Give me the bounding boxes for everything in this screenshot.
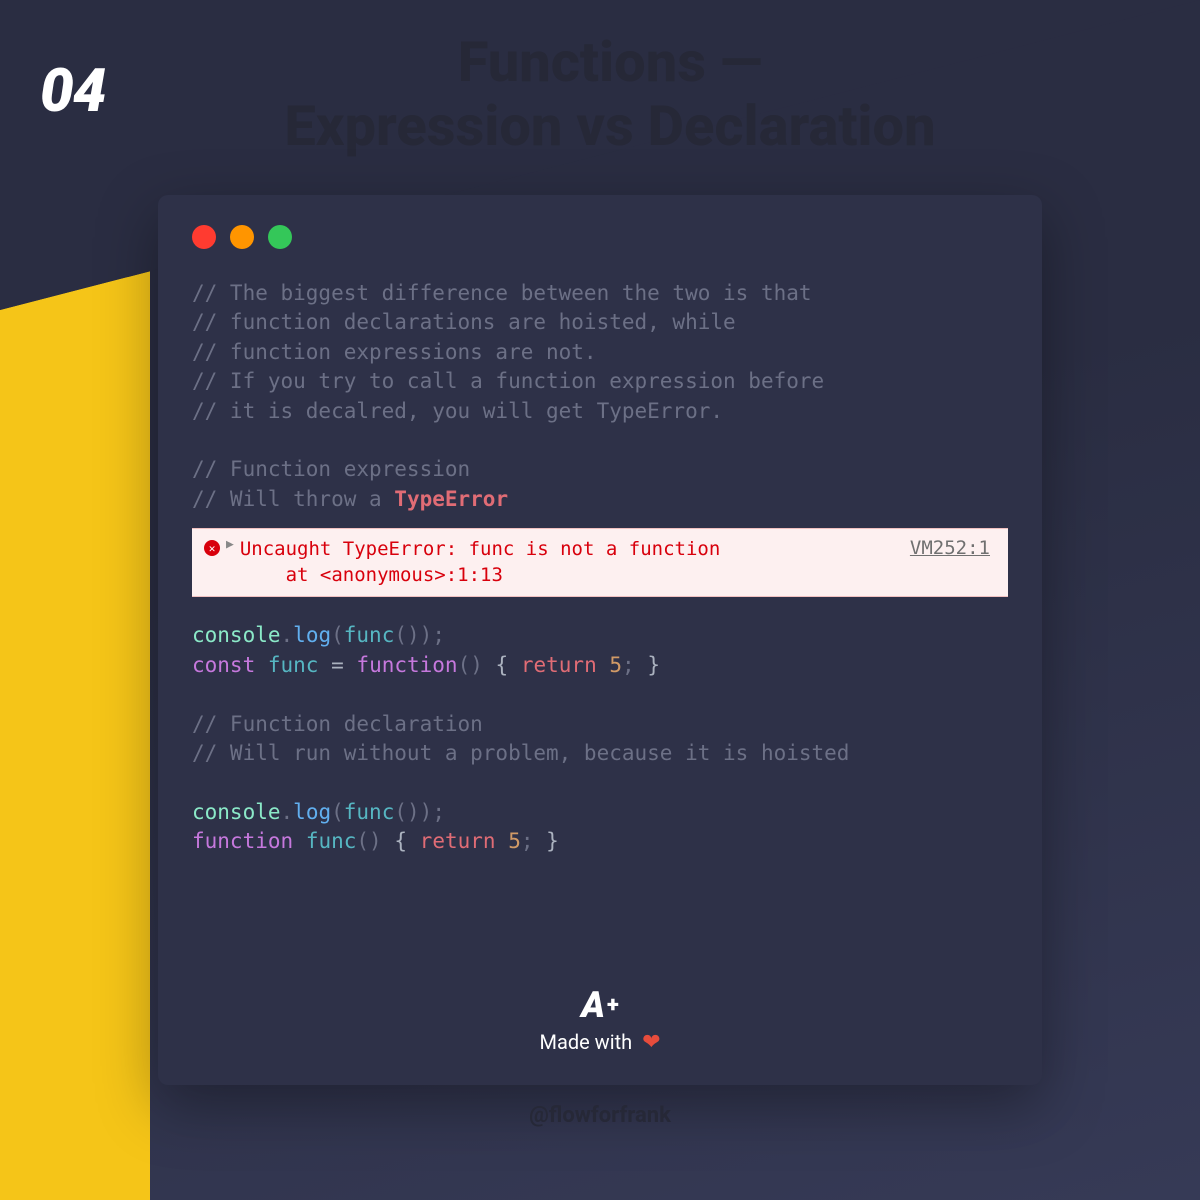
chevron-right-icon: ▶ xyxy=(226,537,234,552)
title-line-2: Expression vs Declaration xyxy=(284,93,935,159)
comment-line: // function expressions are not. xyxy=(192,340,597,364)
comment-line: // Function expression xyxy=(192,457,470,481)
token-function: function xyxy=(192,829,293,853)
token-console: console xyxy=(192,623,281,647)
comment-line: // Will throw a xyxy=(192,487,394,511)
made-with-text: Made with ❤ xyxy=(158,1030,1042,1055)
token-number: 5 xyxy=(609,653,622,677)
minimize-icon[interactable] xyxy=(230,225,254,249)
close-icon[interactable] xyxy=(192,225,216,249)
token-return: return xyxy=(420,829,496,853)
error-line-2: at <anonymous>:1:13 xyxy=(240,564,503,586)
code-window: // The biggest difference between the tw… xyxy=(158,195,1042,1085)
a-plus-logo: A+ xyxy=(581,984,619,1026)
comment-line: // The biggest difference between the tw… xyxy=(192,281,812,305)
code-block-2: console.log(func()); const func = functi… xyxy=(158,611,1042,856)
comment-line: // it is decalred, you will get TypeErro… xyxy=(192,399,723,423)
logo-a: A xyxy=(581,984,605,1026)
comment-line: // Will run without a problem, because i… xyxy=(192,741,849,765)
error-icon: ✕ xyxy=(204,540,220,556)
error-line-1: Uncaught TypeError: func is not a functi… xyxy=(240,538,720,560)
token-log: log xyxy=(293,623,331,647)
token-log: log xyxy=(293,800,331,824)
error-source[interactable]: VM252:1 xyxy=(910,537,996,559)
window-controls xyxy=(158,225,1042,269)
comment-line: // function declarations are hoisted, wh… xyxy=(192,310,736,334)
footer-badge: A+ Made with ❤ xyxy=(158,984,1042,1055)
token-return: return xyxy=(521,653,597,677)
page-title: Functions — Expression vs Declaration xyxy=(160,30,1060,159)
made-with-label: Made with xyxy=(540,1030,633,1054)
heart-icon: ❤ xyxy=(642,1030,660,1055)
comment-line: // Function declaration xyxy=(192,712,483,736)
type-error-text: TypeError xyxy=(394,487,508,511)
token-func: func xyxy=(344,800,395,824)
token-console: console xyxy=(192,800,281,824)
token-const: const xyxy=(192,653,255,677)
code-block-1: // The biggest difference between the tw… xyxy=(158,269,1042,514)
token-func: func xyxy=(268,653,319,677)
token-number: 5 xyxy=(508,829,521,853)
maximize-icon[interactable] xyxy=(268,225,292,249)
title-line-1: Functions — xyxy=(458,29,763,95)
page-number: 04 xyxy=(40,55,105,126)
token-func: func xyxy=(344,623,395,647)
logo-plus: + xyxy=(607,993,619,1018)
error-console-box: ✕ ▶ Uncaught TypeError: func is not a fu… xyxy=(192,528,1008,597)
token-function: function xyxy=(356,653,457,677)
token-func: func xyxy=(306,829,357,853)
comment-line: // If you try to call a function express… xyxy=(192,369,824,393)
author-handle[interactable]: @flowforfrank xyxy=(0,1103,1200,1128)
error-message: Uncaught TypeError: func is not a functi… xyxy=(240,537,904,588)
